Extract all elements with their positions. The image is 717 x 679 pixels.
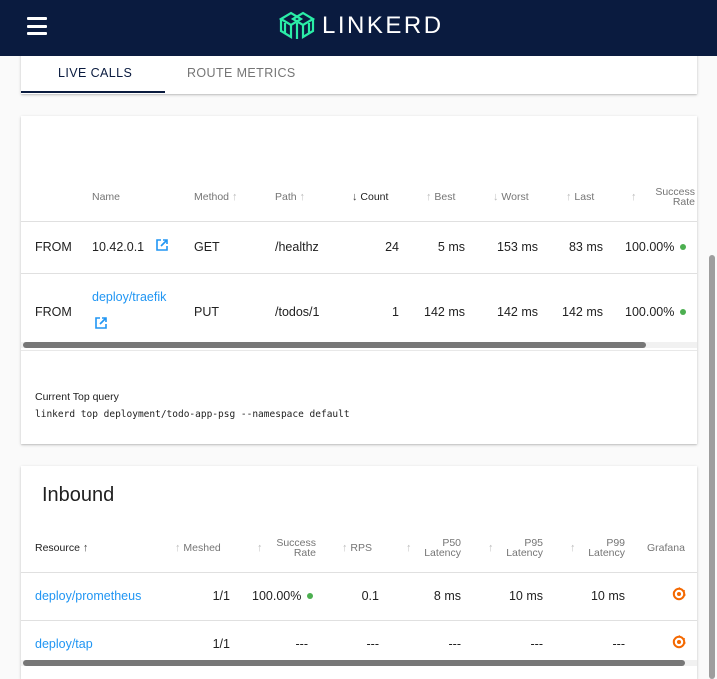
vertical-scrollbar-track bbox=[707, 255, 717, 679]
linkerd-logo[interactable]: LINKERD bbox=[278, 8, 444, 44]
path-cell: /todos/1 bbox=[275, 305, 320, 319]
tab-route-metrics[interactable]: ROUTE METRICS bbox=[187, 66, 296, 80]
source-name-link[interactable]: deploy/traefik bbox=[92, 290, 166, 304]
resource-link[interactable]: deploy/tap bbox=[35, 637, 93, 651]
vertical-scrollbar-thumb[interactable] bbox=[709, 255, 715, 679]
last-cell: 83 ms bbox=[568, 240, 603, 254]
arrow-up-icon: ↑ bbox=[570, 542, 576, 554]
success-rate-cell: --- bbox=[295, 637, 309, 651]
best-cell: 5 ms bbox=[437, 240, 465, 254]
resource-link[interactable]: deploy/prometheus bbox=[35, 589, 141, 603]
grafana-icon[interactable] bbox=[672, 587, 686, 601]
col-header-path[interactable]: Path ↑ bbox=[275, 191, 306, 203]
row-divider bbox=[21, 620, 697, 621]
success-rate-cell: 100.00% bbox=[625, 240, 687, 254]
count-cell: 24 bbox=[385, 240, 399, 254]
arrow-up-icon: ↑ bbox=[231, 191, 238, 203]
col-header-best[interactable]: ↑ Best bbox=[426, 191, 455, 203]
arrow-up-icon: ↑ bbox=[566, 191, 572, 203]
grafana-icon[interactable] bbox=[672, 635, 686, 649]
p50-cell: 8 ms bbox=[433, 589, 461, 603]
p95-cell: --- bbox=[530, 637, 544, 651]
col-header-meshed[interactable]: ↑ Meshed bbox=[175, 542, 221, 554]
method-cell: PUT bbox=[194, 305, 219, 319]
arrow-up-icon: ↑ bbox=[426, 191, 432, 203]
p95-cell: 10 ms bbox=[508, 589, 543, 603]
external-link-icon[interactable] bbox=[94, 316, 108, 330]
tab-live-calls[interactable]: LIVE CALLS bbox=[58, 66, 132, 80]
rps-cell: --- bbox=[366, 637, 380, 651]
last-cell: 142 ms bbox=[562, 305, 603, 319]
arrow-up-icon: ↑ bbox=[257, 542, 263, 554]
live-calls-card: Name Method ↑ Path ↑ ↓ Count ↑ Best ↓ Wo… bbox=[21, 116, 697, 444]
arrow-up-icon: ↑ bbox=[299, 191, 306, 203]
external-link-icon[interactable] bbox=[155, 238, 169, 252]
p99-cell: --- bbox=[612, 637, 626, 651]
row-divider bbox=[21, 273, 697, 274]
inbound-title: Inbound bbox=[42, 484, 115, 506]
current-query-command: linkerd top deployment/todo-app-psg --na… bbox=[35, 409, 350, 420]
linkerd-logo-icon bbox=[278, 11, 316, 39]
path-cell: /healthz bbox=[275, 240, 319, 254]
col-header-grafana: Grafana bbox=[647, 542, 685, 554]
rps-cell: 0.1 bbox=[361, 589, 379, 603]
arrow-up-icon: ↑ bbox=[175, 542, 181, 554]
arrow-up-icon: ↑ bbox=[488, 542, 494, 554]
col-header-name[interactable]: Name bbox=[92, 192, 120, 203]
best-cell: 142 ms bbox=[424, 305, 465, 319]
inbound-card: Inbound Resource ↑ ↑ Meshed ↑ Success Ra… bbox=[21, 466, 697, 679]
success-rate-cell: 100.00% bbox=[625, 305, 687, 319]
current-query-label: Current Top query bbox=[35, 391, 119, 403]
success-status-dot bbox=[307, 593, 314, 599]
worst-cell: 142 ms bbox=[497, 305, 538, 319]
p99-cell: 10 ms bbox=[590, 589, 625, 603]
count-cell: 1 bbox=[392, 305, 399, 319]
col-header-rps[interactable]: ↑ RPS bbox=[342, 542, 372, 554]
active-tab-indicator bbox=[21, 91, 165, 93]
horizontal-scrollbar-thumb[interactable] bbox=[23, 342, 646, 348]
arrow-up-icon: ↑ bbox=[342, 542, 348, 554]
top-navbar: LINKERD bbox=[0, 0, 717, 56]
success-rate-cell: 100.00% bbox=[252, 589, 314, 603]
success-status-dot bbox=[680, 309, 687, 315]
method-cell: GET bbox=[194, 240, 220, 254]
table-bottom-divider bbox=[21, 350, 697, 351]
arrow-down-icon: ↓ bbox=[352, 191, 358, 203]
arrow-down-icon: ↓ bbox=[493, 191, 499, 203]
arrow-up-icon: ↑ bbox=[82, 542, 89, 554]
success-status-dot bbox=[680, 244, 687, 250]
arrow-up-icon: ↑ bbox=[631, 191, 637, 203]
source-name-cell: 10.42.0.1 bbox=[92, 240, 145, 254]
p50-cell: --- bbox=[448, 637, 462, 651]
col-header-resource[interactable]: Resource ↑ bbox=[35, 542, 89, 554]
logo-wordmark: LINKERD bbox=[322, 12, 444, 39]
hamburger-menu-icon[interactable] bbox=[27, 17, 47, 35]
col-header-worst[interactable]: ↓ Worst bbox=[493, 191, 529, 203]
arrow-up-icon: ↑ bbox=[406, 542, 412, 554]
direction-cell: FROM bbox=[35, 240, 72, 254]
col-header-method[interactable]: Method ↑ bbox=[194, 191, 238, 203]
meshed-cell: 1/1 bbox=[212, 637, 230, 651]
col-header-count[interactable]: ↓ Count bbox=[352, 191, 388, 203]
header-divider bbox=[21, 572, 697, 573]
direction-cell: FROM bbox=[35, 305, 72, 319]
col-header-last[interactable]: ↑ Last bbox=[566, 191, 594, 203]
horizontal-scrollbar-thumb[interactable] bbox=[23, 660, 685, 666]
meshed-cell: 1/1 bbox=[212, 589, 230, 603]
header-divider bbox=[21, 221, 697, 222]
worst-cell: 153 ms bbox=[497, 240, 538, 254]
